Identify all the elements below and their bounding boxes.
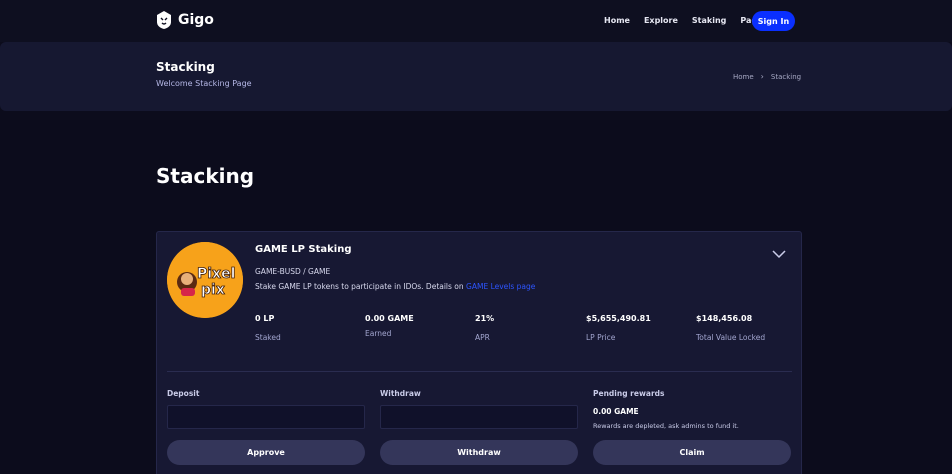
stat-tvl-value: $148,456.08: [696, 314, 753, 323]
stat-tvl-label: Total Value Locked: [696, 333, 766, 342]
deposit-input[interactable]: [167, 405, 365, 429]
nav-home[interactable]: Home: [604, 16, 630, 25]
deposit-label: Deposit: [167, 389, 200, 398]
nav-explore[interactable]: Explore: [644, 16, 678, 25]
chevron-down-icon[interactable]: [770, 247, 788, 261]
breadcrumb: Home › Stacking: [733, 72, 801, 81]
withdraw-input[interactable]: [380, 405, 578, 429]
stat-lp-price-label: LP Price: [586, 333, 616, 342]
chevron-right-icon: ›: [760, 72, 764, 81]
page-banner: Stacking Welcome Stacking Page Home › St…: [0, 42, 952, 111]
stat-earned-label: Earned: [365, 329, 392, 338]
nav-staking[interactable]: Staking: [692, 16, 726, 25]
game-levels-link[interactable]: GAME Levels page: [466, 282, 535, 291]
navbar: Gigo Home Explore Staking Pages Sign In: [0, 0, 952, 42]
stat-staked-value: 0 LP: [255, 314, 275, 323]
pool-title: GAME LP Staking: [255, 244, 352, 255]
stat-apr-value: 21%: [475, 314, 495, 323]
breadcrumb-current: Stacking: [770, 72, 802, 81]
sign-in-button[interactable]: Sign In: [752, 11, 795, 31]
brand-name: Gigo: [178, 12, 214, 28]
pending-rewards-label: Pending rewards: [593, 389, 665, 398]
brand-logo[interactable]: Gigo: [156, 11, 214, 29]
pool-description: Stake GAME LP tokens to participate in I…: [255, 282, 535, 291]
pool-description-text: Stake GAME LP tokens to participate in I…: [255, 282, 464, 291]
pending-rewards-value: 0.00 GAME: [593, 407, 639, 416]
svg-text:pix: pix: [201, 282, 225, 298]
pool-pair: GAME-BUSD / GAME: [255, 267, 331, 276]
pending-rewards-note: Rewards are depleted, ask admins to fund…: [593, 422, 739, 430]
svg-text:Pixel: Pixel: [197, 266, 235, 282]
banner-subtitle: Welcome Stacking Page: [156, 79, 252, 88]
claim-button[interactable]: Claim: [593, 440, 791, 465]
page-title: Stacking: [156, 164, 255, 188]
stat-staked-label: Staked: [255, 333, 281, 342]
pool-logo: Pixel pix: [167, 242, 243, 318]
pixelpix-logo-icon: Pixel pix: [167, 242, 243, 318]
staking-pool-card: Pixel pix GAME LP Staking GAME-BUSD / GA…: [156, 231, 802, 474]
approve-button[interactable]: Approve: [167, 440, 365, 465]
stat-lp-price-value: $5,655,490.81: [586, 314, 651, 323]
lion-logo-icon: [157, 11, 171, 29]
withdraw-button[interactable]: Withdraw: [380, 440, 578, 465]
stat-apr-label: APR: [475, 333, 490, 342]
card-divider: [167, 371, 792, 372]
withdraw-label: Withdraw: [380, 389, 421, 398]
banner-title: Stacking: [156, 60, 215, 74]
breadcrumb-home[interactable]: Home: [733, 73, 754, 81]
stat-earned-value: 0.00 GAME: [365, 314, 414, 323]
